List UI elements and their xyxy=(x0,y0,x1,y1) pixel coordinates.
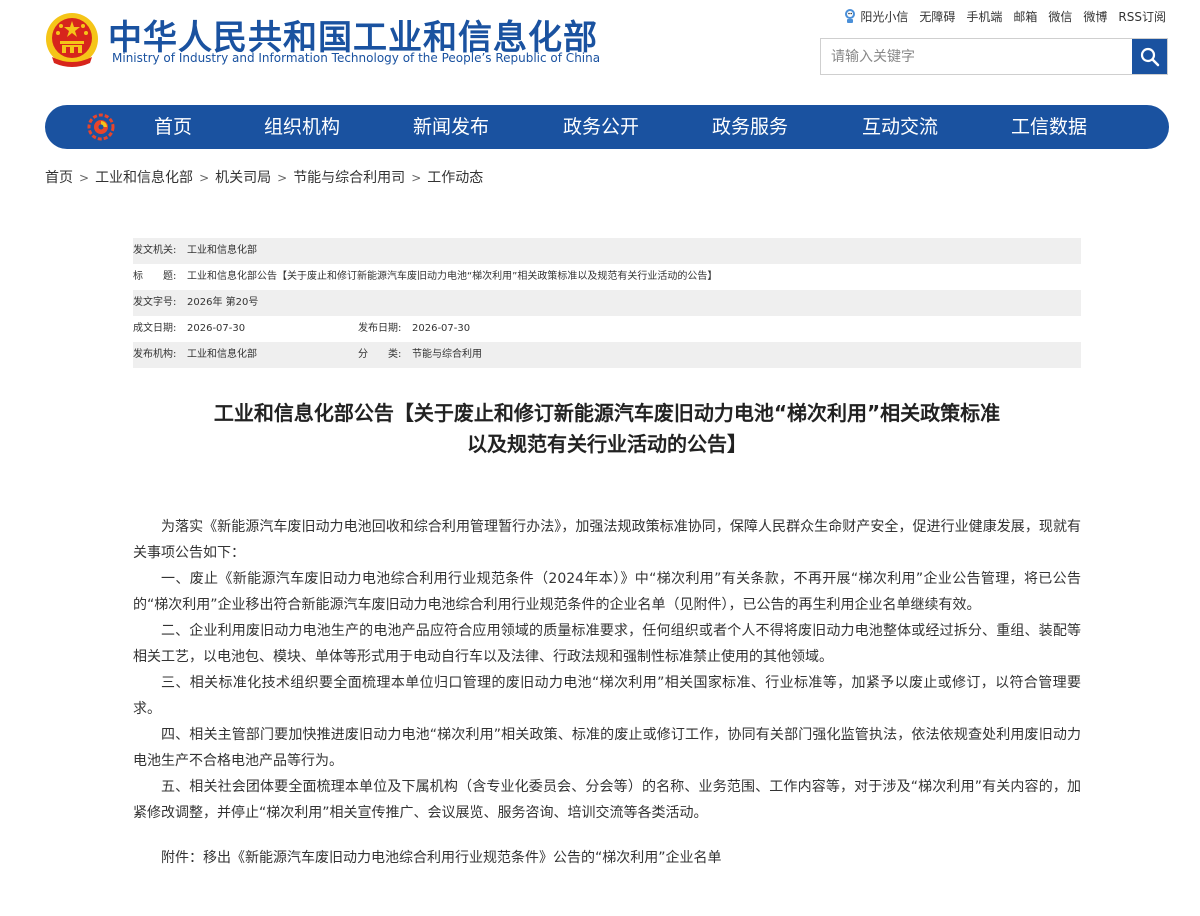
breadcrumb-separator: > xyxy=(411,171,422,185)
wechat-link[interactable]: 微信 xyxy=(1048,8,1072,25)
title-value: 工业和信息化部公告【关于废止和修订新能源汽车废旧动力电池“梯次利用”相关政策标准… xyxy=(187,271,718,282)
breadcrumb-departments[interactable]: 机关司局 xyxy=(215,170,271,186)
main-nav: 首页 组织机构 新闻发布 政务公开 政务服务 互动交流 工信数据 xyxy=(45,105,1169,149)
national-emblem-icon[interactable] xyxy=(44,11,100,69)
attachment-link[interactable]: 附件：移出《新能源汽车废旧动力电池综合利用行业规范条件》公告的“梯次利用”企业名… xyxy=(133,845,1081,871)
breadcrumb-energy-dept[interactable]: 节能与综合利用司 xyxy=(293,170,405,186)
breadcrumb-separator: > xyxy=(277,171,288,185)
breadcrumb: 首页 > 工业和信息化部 > 机关司局 > 节能与综合利用司 > 工作动态 xyxy=(45,167,483,187)
search-button[interactable] xyxy=(1132,39,1167,74)
nav-data[interactable]: 工信数据 xyxy=(1011,105,1087,149)
breadcrumb-separator: > xyxy=(199,171,210,185)
article-body: 为落实《新能源汽车废旧动力电池回收和综合利用管理暂行办法》，加强法规政策标准协同… xyxy=(133,514,1081,826)
weibo-link[interactable]: 微博 xyxy=(1083,8,1107,25)
article-paragraph: 为落实《新能源汽车废旧动力电池回收和综合利用管理暂行办法》，加强法规政策标准协同… xyxy=(133,519,1081,561)
search-icon xyxy=(1140,47,1159,66)
nav-gov-services[interactable]: 政务服务 xyxy=(712,105,788,149)
breadcrumb-home[interactable]: 首页 xyxy=(45,170,73,186)
title-label: 标 题: xyxy=(133,271,177,282)
nav-gov-affairs-public[interactable]: 政务公开 xyxy=(563,105,639,149)
issuer-label: 发文机关: xyxy=(133,245,177,256)
issuer-value: 工业和信息化部 xyxy=(187,245,257,256)
site-header: 中华人民共和国工业和信息化部 Ministry of Industry and … xyxy=(0,0,1200,100)
published-date-label: 发布日期: xyxy=(358,323,402,334)
nav-home[interactable]: 首页 xyxy=(154,105,192,149)
nav-news[interactable]: 新闻发布 xyxy=(413,105,489,149)
article-title-line-2: 以及规范有关行业活动的公告】 xyxy=(467,432,747,456)
nav-organization[interactable]: 组织机构 xyxy=(264,105,340,149)
info-row-dates: 成文日期: 2026-07-30 发布日期: 2026-07-30 xyxy=(133,316,1081,342)
sunshine-link[interactable]: 阳光小信 xyxy=(843,8,908,25)
written-date-value: 2026-07-30 xyxy=(187,323,246,334)
article-title: 工业和信息化部公告【关于废止和修订新能源汽车废旧动力电池“梯次利用”相关政策标准… xyxy=(133,398,1081,460)
breadcrumb-separator: > xyxy=(79,171,90,185)
category-label: 分 类: xyxy=(358,349,402,360)
document-info-table: 发文机关: 工业和信息化部 标 题: 工业和信息化部公告【关于废止和修订新能源汽… xyxy=(133,238,1081,368)
category-value: 节能与综合利用 xyxy=(412,349,482,360)
article-title-line-1: 工业和信息化部公告【关于废止和修订新能源汽车废旧动力电池“梯次利用”相关政策标准 xyxy=(213,401,1001,425)
publisher-label: 发布机构: xyxy=(133,349,177,360)
info-row-issuer: 发文机关: 工业和信息化部 xyxy=(133,238,1081,264)
accessibility-link[interactable]: 无障碍 xyxy=(919,8,955,25)
site-title-english: Ministry of Industry and Information Tec… xyxy=(112,51,601,65)
doc-no-value: 2026年 第20号 xyxy=(187,297,259,308)
top-links: 阳光小信 无障碍 手机端 邮箱 微信 微博 RSS订阅 xyxy=(843,8,1166,25)
sunshine-link-label: 阳光小信 xyxy=(860,10,909,24)
breadcrumb-work-news[interactable]: 工作动态 xyxy=(427,170,483,186)
breadcrumb-ministry[interactable]: 工业和信息化部 xyxy=(95,170,193,186)
article-paragraph: 一、废止《新能源汽车废旧动力电池综合利用行业规范条件（2024年本）》中“梯次利… xyxy=(133,571,1081,613)
written-date-label: 成文日期: xyxy=(133,323,177,334)
article-paragraph: 三、相关标准化技术组织要全面梳理本单位归口管理的废旧动力电池“梯次利用”相关国家… xyxy=(133,675,1081,717)
miit-logo-icon[interactable] xyxy=(87,113,115,141)
mail-link[interactable]: 邮箱 xyxy=(1013,8,1037,25)
article-paragraph: 四、相关主管部门要加快推进废旧动力电池“梯次利用”相关政策、标准的废止或修订工作… xyxy=(133,727,1081,769)
published-date-value: 2026-07-30 xyxy=(412,323,471,334)
doc-no-label: 发文字号: xyxy=(133,297,177,308)
rss-link[interactable]: RSS订阅 xyxy=(1118,8,1166,25)
info-row-title: 标 题: 工业和信息化部公告【关于废止和修订新能源汽车废旧动力电池“梯次利用”相… xyxy=(133,264,1081,290)
nav-interaction[interactable]: 互动交流 xyxy=(862,105,938,149)
search-input[interactable] xyxy=(821,39,1133,74)
search-box xyxy=(820,38,1168,75)
article-paragraph: 五、相关社会团体要全面梳理本单位及下属机构（含专业化委员会、分会等）的名称、业务… xyxy=(133,779,1081,821)
info-row-doc-no: 发文字号: 2026年 第20号 xyxy=(133,290,1081,316)
sun-mascot-icon xyxy=(845,9,856,23)
article-paragraph: 二、企业利用废旧动力电池生产的电池产品应符合应用领域的质量标准要求，任何组织或者… xyxy=(133,623,1081,665)
publisher-value: 工业和信息化部 xyxy=(187,349,257,360)
info-row-publisher: 发布机构: 工业和信息化部 分 类: 节能与综合利用 xyxy=(133,342,1081,368)
mobile-link[interactable]: 手机端 xyxy=(966,8,1002,25)
